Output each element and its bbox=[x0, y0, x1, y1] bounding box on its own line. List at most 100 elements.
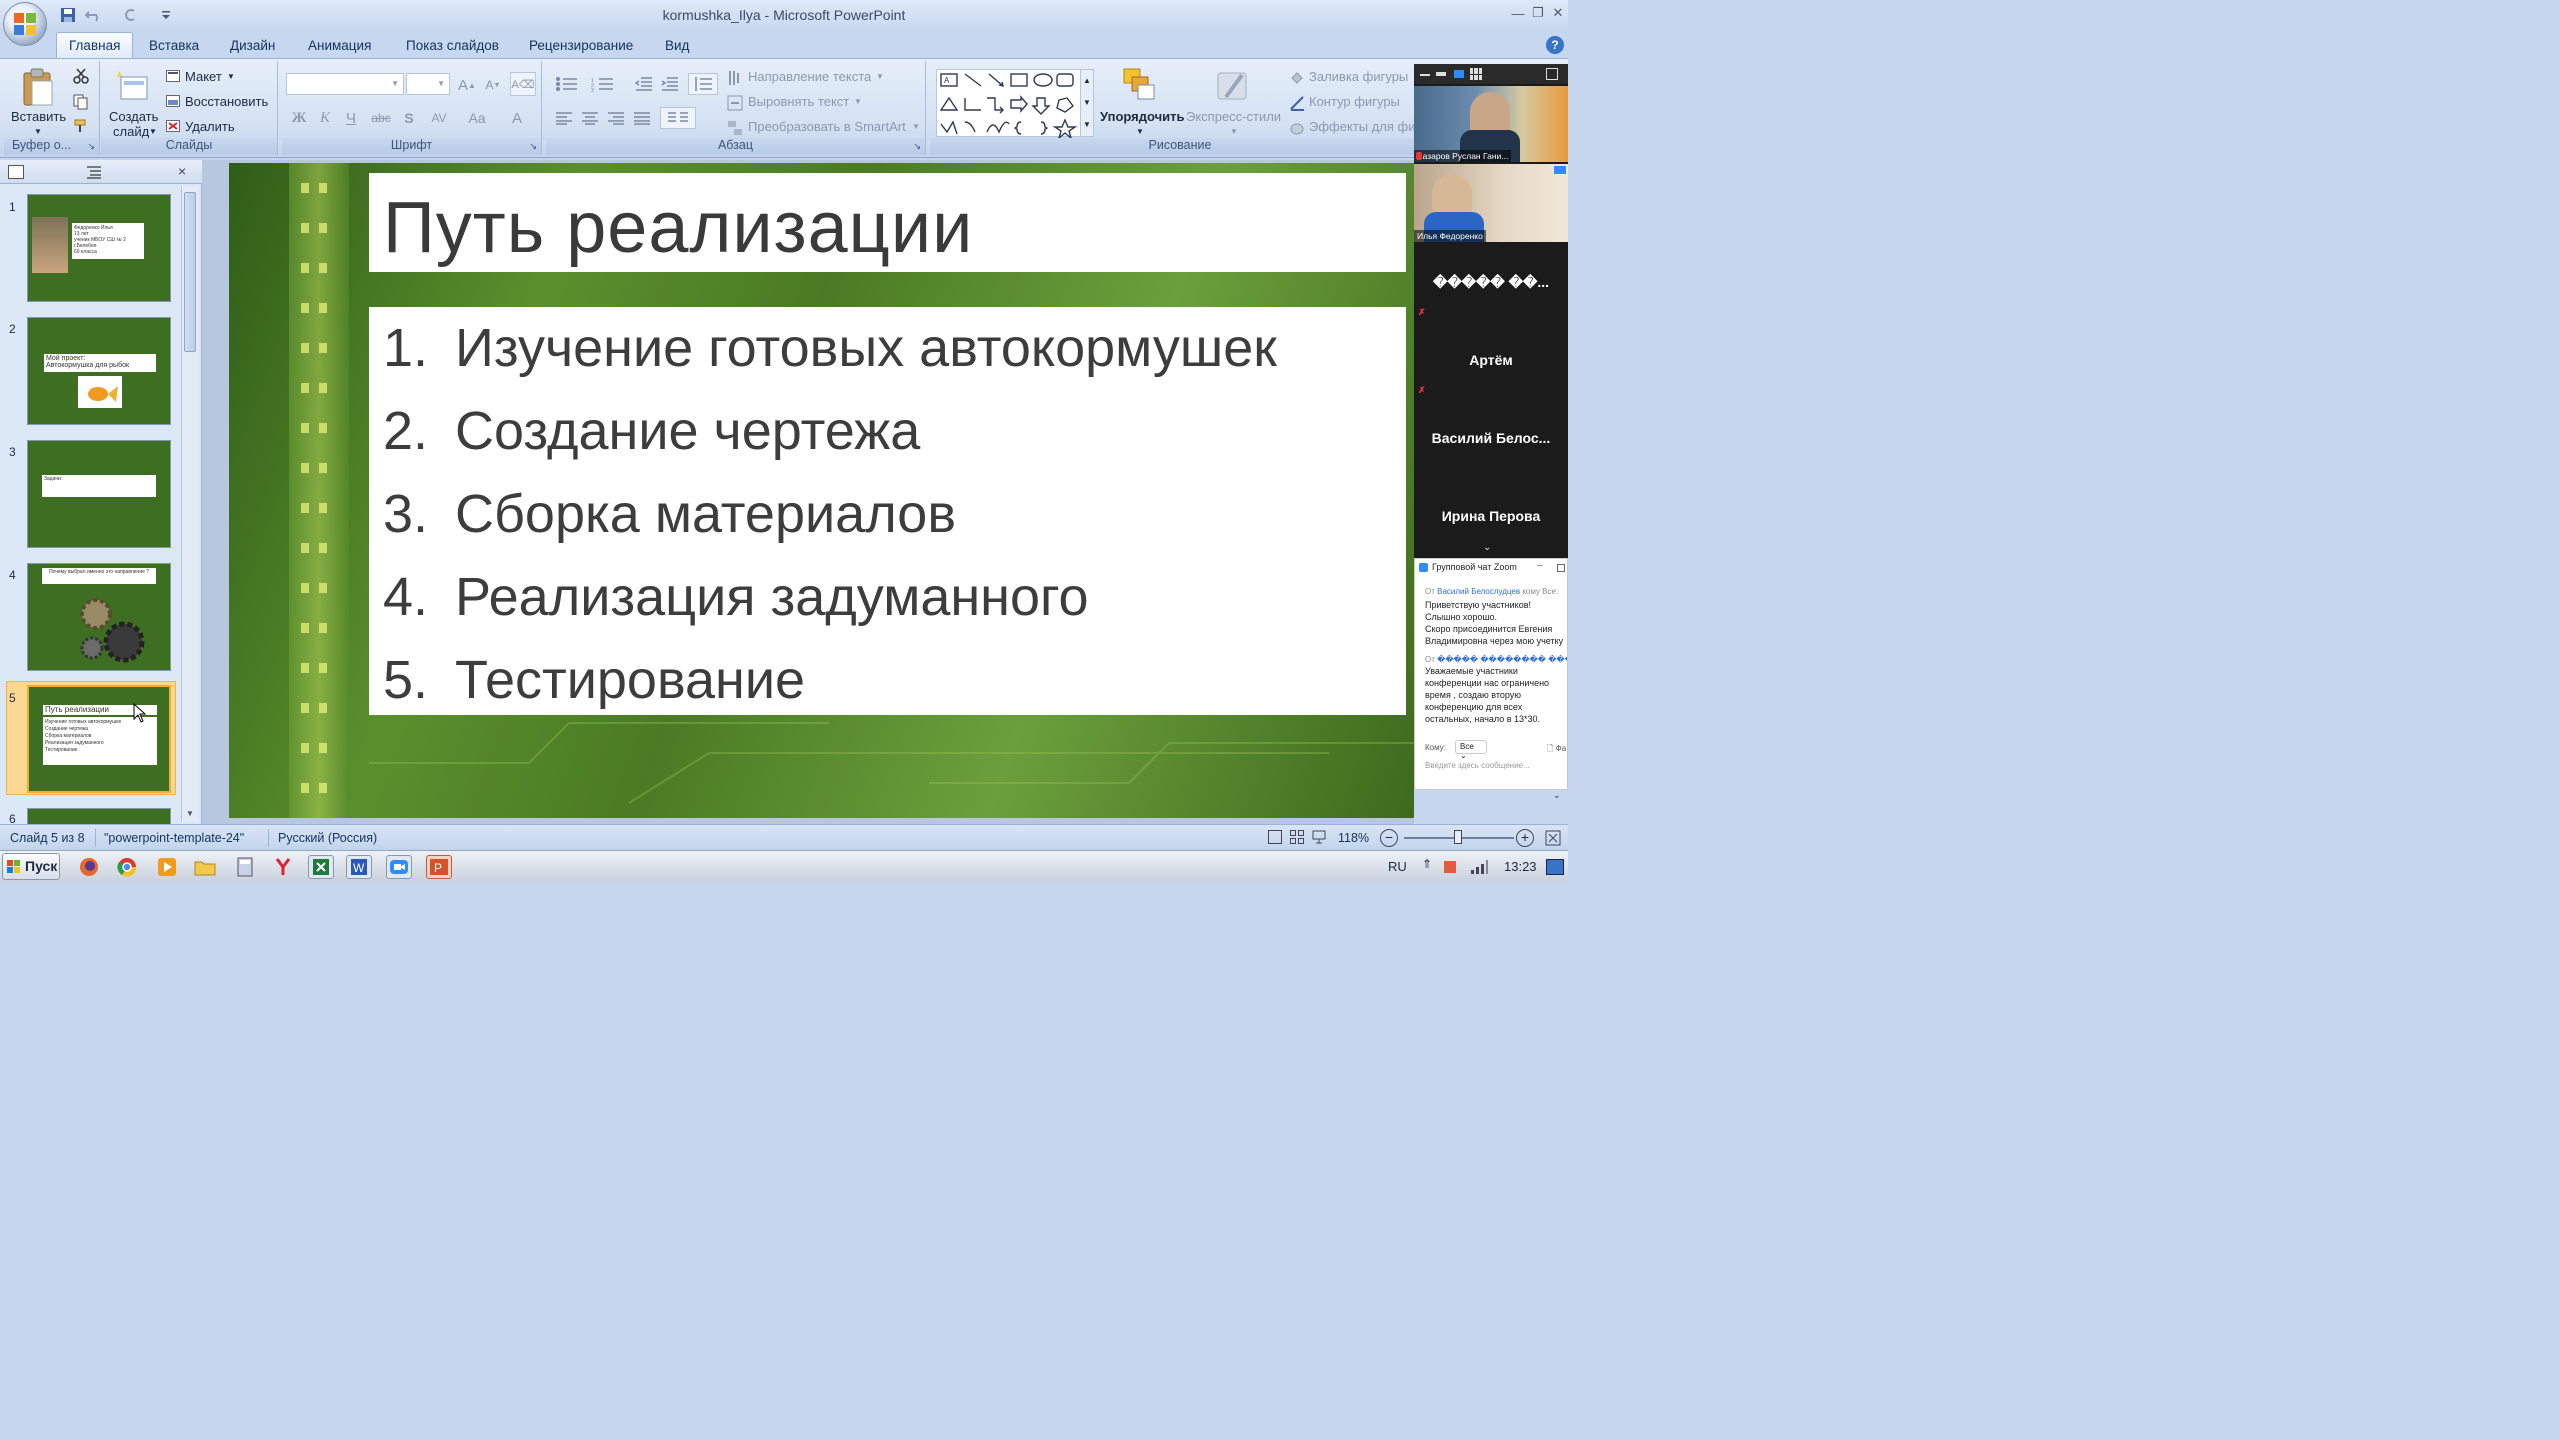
firefox-icon[interactable] bbox=[76, 855, 102, 879]
scroll-more-icon[interactable]: ⌄ bbox=[1483, 542, 1491, 553]
text-direction-dropdown-icon[interactable]: ▼ bbox=[876, 72, 884, 81]
tab-slideshow[interactable]: Показ слайдов bbox=[394, 34, 511, 58]
decrease-indent-icon[interactable] bbox=[632, 73, 656, 95]
shapes-scroll[interactable]: ▲ ▼ ▼ bbox=[1080, 69, 1094, 137]
zoom-slider-thumb[interactable] bbox=[1454, 830, 1462, 844]
font-launcher-icon[interactable]: ↘ bbox=[529, 141, 537, 152]
quick-styles-icon[interactable] bbox=[1210, 65, 1254, 105]
zoom-app-icon[interactable] bbox=[386, 855, 412, 879]
columns-icon[interactable] bbox=[660, 107, 696, 129]
theme-name[interactable]: "powerpoint-template-24" bbox=[104, 831, 244, 845]
increase-indent-icon[interactable] bbox=[658, 73, 682, 95]
font-size-dropdown-icon[interactable]: ▼ bbox=[437, 79, 445, 88]
redo-icon[interactable] bbox=[120, 6, 140, 24]
chat-sender[interactable]: Василий Белослудцев bbox=[1437, 587, 1520, 596]
new-slide-button-line1[interactable]: Создать bbox=[109, 109, 158, 124]
quick-styles-dropdown-icon[interactable]: ▼ bbox=[1230, 127, 1238, 136]
chat-minimize-icon[interactable]: – bbox=[1537, 560, 1543, 571]
align-right-icon[interactable] bbox=[604, 107, 628, 129]
bullets-icon[interactable] bbox=[552, 73, 582, 95]
font-size-select[interactable]: ▼ bbox=[406, 73, 450, 95]
numbering-icon[interactable]: 123 bbox=[588, 73, 618, 95]
help-icon[interactable]: ? bbox=[1546, 36, 1564, 54]
new-slide-dropdown-icon[interactable]: ▼ bbox=[149, 127, 157, 136]
italic-button[interactable]: К bbox=[314, 107, 336, 129]
delete-slide-button[interactable]: Удалить bbox=[185, 119, 235, 134]
close-icon[interactable]: ✕ bbox=[1548, 4, 1568, 22]
layout-button[interactable]: Макет bbox=[185, 69, 222, 84]
font-color-button[interactable]: A bbox=[502, 107, 532, 129]
justify-icon[interactable] bbox=[630, 107, 654, 129]
convert-smartart-button[interactable]: Преобразовать в SmartArt bbox=[748, 119, 906, 134]
participant-tile-5[interactable]: Василий Белос... bbox=[1414, 400, 1568, 476]
shape-effects-button[interactable]: Эффекты для фи bbox=[1309, 119, 1416, 134]
slide-sorter-icon[interactable] bbox=[1290, 830, 1304, 844]
zoom-level[interactable]: 118% bbox=[1338, 831, 1369, 845]
slides-tab-icon[interactable] bbox=[8, 165, 24, 179]
slides-panel-scrollbar[interactable]: ▼ bbox=[181, 186, 198, 822]
tab-home[interactable]: Главная bbox=[56, 32, 134, 59]
participant-tile-4[interactable]: Артём ✗ bbox=[1414, 322, 1568, 398]
scroll-down-icon[interactable]: ▼ bbox=[186, 809, 194, 818]
align-left-icon[interactable] bbox=[552, 107, 576, 129]
shape-outline-button[interactable]: Контур фигуры bbox=[1309, 94, 1400, 109]
show-desktop-icon[interactable] bbox=[1546, 859, 1564, 875]
bold-button[interactable]: Ж bbox=[288, 107, 310, 129]
participant-video-1[interactable]: Базаров Руслан Гани... bbox=[1414, 86, 1568, 162]
save-icon[interactable] bbox=[58, 6, 78, 24]
zoom-speaker-view-icon[interactable] bbox=[1454, 70, 1464, 78]
slide-thumbnail-2[interactable]: Мой проект: Автокормушка для рыбок bbox=[27, 317, 171, 425]
line-spacing-icon[interactable] bbox=[688, 73, 718, 95]
powerpoint-app-icon[interactable]: P bbox=[426, 855, 452, 879]
chat-recipient-select[interactable]: Все ⌄ bbox=[1455, 740, 1487, 760]
arrange-button[interactable]: Упорядочить bbox=[1100, 109, 1185, 124]
copy-icon[interactable] bbox=[72, 93, 90, 111]
slideshow-view-icon[interactable] bbox=[1312, 830, 1326, 844]
customize-toolbar-icon[interactable] bbox=[156, 6, 176, 24]
slide-thumbnail-1[interactable]: Федоренко Илья 13 лет ученик МБОУ СШ № 2… bbox=[27, 194, 171, 302]
grow-font-icon[interactable]: A ▲ bbox=[456, 74, 478, 96]
align-text-button[interactable]: Выровнять текст bbox=[748, 94, 849, 109]
text-direction-button[interactable]: Направление текста bbox=[748, 69, 871, 84]
char-spacing-button[interactable]: AV bbox=[424, 107, 454, 129]
zoom-gallery-icon[interactable] bbox=[1470, 68, 1482, 80]
strikethrough-button[interactable]: abc bbox=[368, 107, 394, 129]
participant-menu-icon[interactable] bbox=[1554, 166, 1566, 174]
paste-icon[interactable] bbox=[18, 65, 58, 109]
zoom-in-icon[interactable]: + bbox=[1516, 829, 1534, 847]
shadow-button[interactable]: S bbox=[398, 107, 420, 129]
zoom-minimize-icon[interactable] bbox=[1420, 74, 1430, 76]
new-slide-icon[interactable] bbox=[111, 65, 151, 105]
tab-insert[interactable]: Вставка bbox=[137, 34, 211, 58]
arrange-dropdown-icon[interactable]: ▼ bbox=[1136, 127, 1144, 136]
tray-expand-icon[interactable]: ⇑ bbox=[1422, 857, 1432, 871]
font-family-dropdown-icon[interactable]: ▼ bbox=[391, 79, 399, 88]
participant-video-2[interactable]: Илья Федоренко bbox=[1414, 164, 1568, 242]
paste-dropdown-icon[interactable]: ▼ bbox=[34, 127, 42, 136]
layout-dropdown-icon[interactable]: ▼ bbox=[227, 72, 235, 81]
slide-thumbnail-5[interactable]: Путь реализации Изучение готовых автокор… bbox=[27, 685, 171, 793]
maximize-icon[interactable]: ❐ bbox=[1528, 4, 1548, 22]
zoom-strip-icon[interactable] bbox=[1436, 72, 1446, 76]
zoom-out-icon[interactable]: − bbox=[1380, 829, 1398, 847]
scrollbar-thumb[interactable] bbox=[184, 192, 196, 352]
align-text-dropdown-icon[interactable]: ▼ bbox=[854, 97, 862, 106]
fit-to-window-icon[interactable] bbox=[1544, 829, 1562, 847]
underline-button[interactable]: Ч bbox=[340, 107, 362, 129]
clear-format-icon[interactable]: A⌫ bbox=[510, 72, 536, 96]
content-placeholder[interactable]: 1. Изучение готовых автокормушек 2. Создан… bbox=[369, 307, 1406, 715]
chat-scroll-icon[interactable]: ⌄ bbox=[1553, 790, 1565, 800]
smartart-dropdown-icon[interactable]: ▼ bbox=[912, 122, 920, 131]
normal-view-icon[interactable] bbox=[1268, 830, 1282, 844]
zoom-exit-fullscreen-icon[interactable] bbox=[1546, 68, 1558, 80]
language-indicator[interactable]: Русский (Россия) bbox=[278, 831, 377, 845]
panel-close-icon[interactable]: × bbox=[178, 163, 186, 179]
quick-styles-button[interactable]: Экспресс-стили bbox=[1186, 109, 1281, 124]
tray-app-icon[interactable] bbox=[1442, 859, 1458, 878]
tab-view[interactable]: Вид bbox=[653, 34, 701, 58]
slide-thumbnail-6[interactable] bbox=[27, 808, 171, 824]
font-family-select[interactable]: ▼ bbox=[286, 73, 404, 95]
minimize-icon[interactable]: — bbox=[1508, 4, 1528, 22]
shrink-font-icon[interactable]: A ▼ bbox=[482, 74, 504, 96]
participant-tile-3[interactable]: ����� ��... ✗ bbox=[1414, 244, 1568, 320]
